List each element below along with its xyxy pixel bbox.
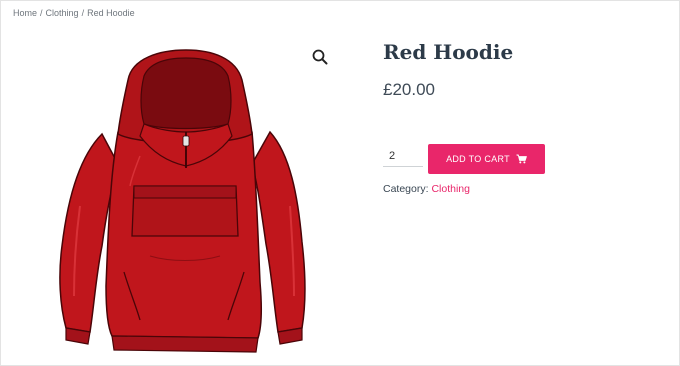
product-image[interactable] (40, 36, 340, 356)
category-link-clothing[interactable]: Clothing (431, 183, 470, 195)
breadcrumb: Home / Clothing / Red Hoodie (13, 8, 135, 18)
add-to-cart-label: ADD TO CART (446, 154, 510, 164)
product-category: Category: Clothing (383, 183, 470, 195)
breadcrumb-clothing[interactable]: Clothing (46, 8, 79, 18)
quantity-input[interactable] (383, 146, 423, 167)
product-price: £20.00 (383, 80, 435, 99)
cart-icon (516, 154, 527, 164)
add-to-cart-button[interactable]: ADD TO CART (428, 144, 545, 174)
zoom-button[interactable] (311, 48, 329, 66)
breadcrumb-separator: / (40, 8, 43, 18)
breadcrumb-home[interactable]: Home (13, 8, 37, 18)
hoodie-illustration (59, 49, 306, 353)
product-title: Red Hoodie (383, 40, 514, 64)
magnifier-icon (312, 49, 328, 65)
breadcrumb-current: Red Hoodie (87, 8, 135, 18)
breadcrumb-separator: / (81, 8, 85, 18)
category-label: Category: (383, 183, 429, 195)
